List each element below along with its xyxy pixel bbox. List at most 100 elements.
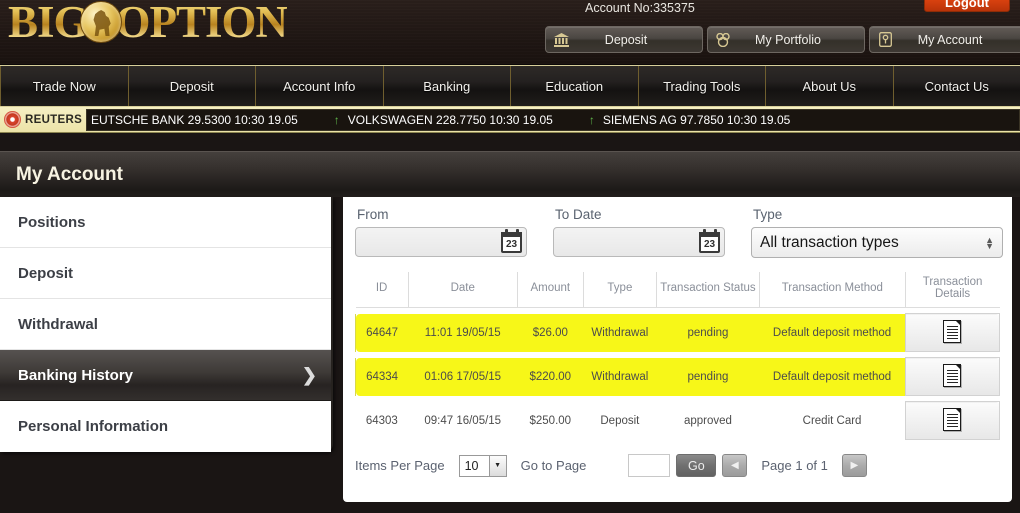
type-label: Type xyxy=(753,207,783,222)
cell-status: pending xyxy=(656,313,760,352)
site-header: BIG OPTION Account No:335375 Logout Depo… xyxy=(0,0,1020,65)
cell-date: 11:01 19/05/15 xyxy=(408,313,518,352)
sidebar-item-banking-history[interactable]: Banking History ❯ xyxy=(0,350,331,401)
table-row[interactable]: 64303 09:47 16/05/15 $250.00 Deposit app… xyxy=(355,401,1001,440)
arrow-up-icon: ↑ xyxy=(333,112,340,127)
col-status: Transaction Status xyxy=(656,272,760,308)
page-body: Positions Deposit Withdrawal Banking His… xyxy=(0,197,1020,502)
cell-date: 01:06 17/05/15 xyxy=(408,357,518,396)
header-my-portfolio-label: My Portfolio xyxy=(755,32,821,47)
cell-status: pending xyxy=(656,357,760,396)
document-icon xyxy=(943,319,962,343)
account-sidebar: Positions Deposit Withdrawal Banking His… xyxy=(0,197,333,452)
go-to-page-label: Go to Page xyxy=(520,458,587,473)
reuters-ticker-bar: REUTERS EUTSCHE BANK 29.5300 10:30 19.05… xyxy=(0,107,1020,133)
document-icon xyxy=(943,407,962,431)
site-logo[interactable]: BIG OPTION xyxy=(8,0,288,48)
col-details: Transaction Details xyxy=(904,272,1000,308)
sidebar-item-deposit-label: Deposit xyxy=(18,264,74,282)
coin-logo-icon xyxy=(79,1,122,43)
logout-button[interactable]: Logout xyxy=(924,0,1010,12)
calendar-icon-from[interactable]: 23 xyxy=(501,228,522,253)
reuters-logo-icon xyxy=(4,111,21,128)
banking-history-panel: From 23 To Date 23 Type All transaction … xyxy=(343,197,1012,502)
calendar-icon-to[interactable]: 23 xyxy=(699,228,720,253)
calendar-day-from: 23 xyxy=(505,238,518,250)
reuters-brand: REUTERS xyxy=(0,111,86,128)
cell-id: 64334 xyxy=(355,357,409,396)
ticker-quote-2-text: VOLKSWAGEN 228.7750 10:30 19.05 xyxy=(347,112,553,127)
sidebar-item-withdrawal-label: Withdrawal xyxy=(18,315,98,333)
header-deposit-button[interactable]: Deposit xyxy=(545,26,703,53)
nav-item-contact-us[interactable]: Contact Us xyxy=(894,66,1020,106)
nav-item-deposit[interactable]: Deposit xyxy=(129,66,256,106)
page-title: My Account xyxy=(16,163,123,185)
main-navigation: Trade Now Deposit Account Info Banking E… xyxy=(0,65,1020,107)
previous-page-button[interactable]: ◀ xyxy=(722,454,748,477)
col-id: ID xyxy=(355,272,409,308)
ticker-quotes[interactable]: EUTSCHE BANK 29.5300 10:30 19.05 ↑ VOLKS… xyxy=(86,108,1020,131)
header-deposit-label: Deposit xyxy=(604,32,648,47)
sidebar-item-withdrawal[interactable]: Withdrawal xyxy=(0,299,331,350)
to-date-input[interactable]: 23 xyxy=(553,227,725,257)
cell-amount: $220.00 xyxy=(517,357,584,396)
nav-item-about-us[interactable]: About Us xyxy=(766,66,894,106)
cell-type: Deposit xyxy=(583,401,657,440)
transaction-details-button[interactable] xyxy=(904,313,1001,352)
table-row[interactable]: 64334 01:06 17/05/15 $220.00 Withdrawal … xyxy=(355,357,1001,396)
cell-date: 09:47 16/05/15 xyxy=(408,401,518,440)
sidebar-item-positions[interactable]: Positions xyxy=(0,197,331,248)
col-type: Type xyxy=(582,272,657,308)
items-per-page-value: 10 xyxy=(464,458,479,473)
table-row[interactable]: 64647 11:01 19/05/15 $26.00 Withdrawal p… xyxy=(355,313,1001,352)
sidebar-item-personal-information[interactable]: Personal Information xyxy=(0,401,331,452)
page-status: Page 1 of 1 xyxy=(761,458,828,473)
people-icon xyxy=(708,32,738,47)
pagination-bar: Items Per Page 10 ▼ Go to Page Go ◀ Page… xyxy=(355,454,1012,477)
from-date-group: From 23 xyxy=(355,207,527,258)
to-date-label: To Date xyxy=(555,207,602,222)
nav-item-trading-tools[interactable]: Trading Tools xyxy=(639,66,766,106)
go-button[interactable]: Go xyxy=(676,454,717,477)
cell-method: Default deposit method xyxy=(759,313,906,352)
from-date-input[interactable]: 23 xyxy=(355,227,527,257)
from-date-label: From xyxy=(357,207,389,222)
chevron-right-icon: ❯ xyxy=(301,364,317,385)
ticker-quote-1-text: EUTSCHE BANK 29.5300 10:30 19.05 xyxy=(91,112,298,127)
header-my-portfolio-button[interactable]: My Portfolio xyxy=(707,26,865,53)
type-group: Type All transaction types ▲ ▼ xyxy=(751,207,1003,258)
chevron-updown-icon: ▲ ▼ xyxy=(985,234,994,251)
header-my-account-button[interactable]: My Account xyxy=(869,26,1020,53)
ticker-quote-1: EUTSCHE BANK 29.5300 10:30 19.05 xyxy=(87,113,302,127)
transaction-type-select[interactable]: All transaction types ▲ ▼ xyxy=(751,227,1003,258)
transaction-details-button[interactable] xyxy=(904,401,1001,440)
next-page-button[interactable]: ▶ xyxy=(841,454,867,477)
nav-item-education[interactable]: Education xyxy=(511,66,639,106)
cell-method: Default deposit method xyxy=(759,357,906,396)
cell-amount: $26.00 xyxy=(517,313,584,352)
nav-item-trade-now[interactable]: Trade Now xyxy=(0,66,129,106)
key-icon xyxy=(870,32,900,47)
go-to-page-input[interactable] xyxy=(628,454,671,477)
ticker-quote-3-text: SIEMENS AG 97.7850 10:30 19.05 xyxy=(602,112,791,127)
nav-item-banking[interactable]: Banking xyxy=(384,66,511,106)
sidebar-item-deposit[interactable]: Deposit xyxy=(0,248,331,299)
cell-type: Withdrawal xyxy=(583,313,657,352)
table-body: 64647 11:01 19/05/15 $26.00 Withdrawal p… xyxy=(355,308,1001,440)
table-head: ID Date Amount Type Transaction Status T… xyxy=(355,272,1000,308)
cell-method: Credit Card xyxy=(759,401,906,440)
items-per-page-select[interactable]: 10 ▼ xyxy=(458,454,507,477)
transaction-details-button[interactable] xyxy=(904,357,1001,396)
transaction-type-value: All transaction types xyxy=(760,233,899,251)
col-date: Date xyxy=(407,272,518,308)
cell-status: approved xyxy=(656,401,760,440)
reuters-label: REUTERS xyxy=(25,113,83,126)
nav-item-account-info[interactable]: Account Info xyxy=(256,66,384,106)
arrow-up-icon-2: ↑ xyxy=(588,112,595,127)
cell-amount: $250.00 xyxy=(517,401,584,440)
cell-id: 64647 xyxy=(355,313,409,352)
cell-type: Withdrawal xyxy=(583,357,657,396)
transactions-table: ID Date Amount Type Transaction Status T… xyxy=(355,272,1001,440)
page-title-bar: My Account xyxy=(0,151,1020,197)
sidebar-item-personal-information-label: Personal Information xyxy=(18,418,169,435)
